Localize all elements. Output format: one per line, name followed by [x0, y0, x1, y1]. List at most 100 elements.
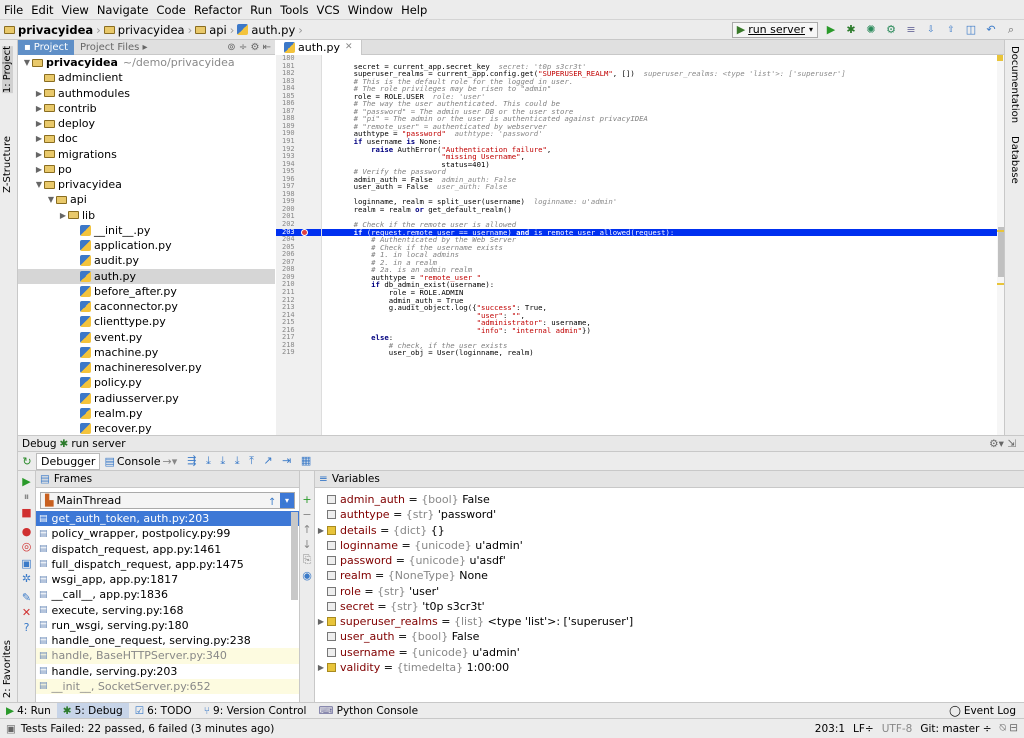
- chevron-right-icon[interactable]: ▶: [34, 150, 44, 159]
- menu-refactor[interactable]: Refactor: [194, 3, 242, 17]
- chevron-right-icon[interactable]: ▶: [34, 89, 44, 98]
- variable-row[interactable]: realm = {NoneType} None: [315, 568, 1024, 583]
- pause-icon[interactable]: ⏸: [18, 490, 35, 504]
- tree-item[interactable]: application.py: [18, 238, 275, 253]
- help-icon[interactable]: ?: [18, 621, 35, 634]
- tab-database[interactable]: Database: [1009, 136, 1020, 184]
- layout-icon[interactable]: ▣: [6, 723, 16, 735]
- breadcrumb-item[interactable]: auth.py: [251, 23, 295, 37]
- restore-layout-icon[interactable]: ▣: [18, 557, 35, 570]
- coverage-icon[interactable]: ✺: [864, 23, 878, 37]
- chevron-down-icon[interactable]: ▼: [34, 180, 44, 189]
- tree-item[interactable]: auth.py: [18, 268, 275, 284]
- variable-row[interactable]: password = {unicode} u'asdf': [315, 553, 1024, 568]
- watch-icon[interactable]: ◉: [300, 569, 314, 582]
- settings-icon[interactable]: ✲: [18, 572, 35, 585]
- tree-item[interactable]: radiusserver.py: [18, 391, 275, 406]
- git-branch[interactable]: Git: master ÷: [920, 723, 991, 735]
- tab-project[interactable]: 1: Project: [2, 46, 13, 94]
- chevron-right-icon[interactable]: ▶: [315, 526, 327, 535]
- step-controls[interactable]: ⇶ ⤓ ⤓ ⤓ ⤒ ↗ ⇥ ▦: [187, 454, 314, 468]
- tab-project-view[interactable]: ▪ Project: [18, 39, 74, 55]
- tab-auth-py[interactable]: auth.py ✕: [276, 39, 362, 55]
- tree-item[interactable]: machine.py: [18, 345, 275, 360]
- status-message[interactable]: Tests Failed: 22 passed, 6 failed (3 min…: [21, 723, 274, 735]
- debug-config-name[interactable]: run server: [71, 438, 125, 450]
- copy-icon[interactable]: ⎘: [300, 553, 314, 567]
- stack-frame[interactable]: ▤ handle_one_request, serving.py:238: [36, 633, 299, 648]
- variable-row[interactable]: loginname = {unicode} u'admin': [315, 538, 1024, 553]
- tab-structure[interactable]: Z-Structure: [2, 136, 13, 193]
- close-icon[interactable]: ✕: [18, 606, 35, 619]
- tree-item[interactable]: ▶ authmodules: [18, 86, 275, 101]
- variable-row[interactable]: ▶ superuser_realms = {list} <type 'list'>…: [315, 614, 1024, 629]
- tab-project-files[interactable]: Project Files ▸: [74, 42, 154, 53]
- chevron-right-icon[interactable]: ▶: [34, 165, 44, 174]
- tree-item[interactable]: policy.py: [18, 375, 275, 390]
- tab-console[interactable]: ▤ Console →▾: [100, 455, 181, 468]
- menu-help[interactable]: Help: [401, 3, 427, 17]
- tree-item[interactable]: ▼ privacyidea: [18, 177, 275, 192]
- up-arrow-icon[interactable]: ↑ ↓: [268, 497, 288, 508]
- tree-item[interactable]: event.py: [18, 330, 275, 345]
- variable-row[interactable]: user_auth = {bool} False: [315, 629, 1024, 644]
- vcs-update-icon[interactable]: ⇩: [924, 23, 938, 37]
- stack-frame[interactable]: ▤ get_auth_token, auth.py:203: [36, 511, 299, 527]
- rerun-icon[interactable]: ↻: [18, 455, 36, 468]
- stack-frame[interactable]: ▤ policy_wrapper, postpolicy.py:99: [36, 526, 299, 541]
- tool-button-debug[interactable]: ✱ 5: Debug: [56, 702, 129, 719]
- chevron-right-icon[interactable]: ▶: [34, 119, 44, 128]
- stop-icon[interactable]: ■: [18, 506, 35, 519]
- variable-row[interactable]: admin_auth = {bool} False: [315, 492, 1024, 507]
- stack-frame[interactable]: ▤ __init__, SocketServer.py:652: [36, 678, 299, 694]
- run-icon[interactable]: ▶: [824, 23, 838, 37]
- code-editor[interactable]: secret = current_app.secret_key secret: …: [322, 55, 997, 435]
- tree-item[interactable]: ▶ po: [18, 162, 275, 177]
- line-separator[interactable]: LF÷: [853, 723, 874, 735]
- breadcrumb-item[interactable]: privacyidea: [18, 23, 93, 37]
- tool-button-vcs[interactable]: ⑂ 9: Version Control: [198, 703, 313, 719]
- stack-frame[interactable]: ▤ handle, BaseHTTPServer.py:340: [36, 648, 299, 664]
- tool-button-run[interactable]: ▶ 4: Run: [0, 703, 57, 719]
- stack-frame[interactable]: ▤ full_dispatch_request, app.py:1475: [36, 557, 299, 572]
- hide-icon[interactable]: ⇤: [263, 42, 271, 53]
- tree-item[interactable]: audit.py: [18, 253, 275, 268]
- pin-icon[interactable]: ✎: [18, 591, 35, 604]
- menu-navigate[interactable]: Navigate: [97, 3, 149, 17]
- breadcrumb-item[interactable]: api: [209, 23, 227, 37]
- up-icon[interactable]: ↑: [300, 523, 314, 536]
- stack-frame[interactable]: ▤ __call__, app.py:1836: [36, 587, 299, 602]
- lock-icon[interactable]: ⍉ ⊟: [1000, 722, 1018, 735]
- tree-item[interactable]: ▶ migrations: [18, 147, 275, 162]
- caret-position[interactable]: 203:1: [815, 723, 845, 735]
- variable-row[interactable]: role = {str} 'user': [315, 584, 1024, 599]
- search-icon[interactable]: ⌕: [1004, 23, 1018, 37]
- vcs-history-icon[interactable]: ◫: [964, 23, 978, 37]
- code-line[interactable]: user_obj = User(loginname, realm): [322, 349, 997, 357]
- breakpoint-icon[interactable]: [301, 228, 308, 236]
- tree-item[interactable]: __init__.py: [18, 223, 275, 238]
- variable-row[interactable]: authtype = {str} 'password': [315, 507, 1024, 522]
- tree-item[interactable]: recover.py: [18, 421, 275, 435]
- tree-item[interactable]: adminclient: [18, 70, 275, 85]
- menu-vcs[interactable]: VCS: [317, 3, 340, 17]
- build-icon[interactable]: ≡: [904, 23, 918, 37]
- menu-tools[interactable]: Tools: [280, 3, 308, 17]
- tree-item[interactable]: ▼ privacyidea ~/demo/privacyidea: [18, 55, 275, 70]
- vcs-commit-icon[interactable]: ⇧: [944, 23, 958, 37]
- tab-documentation[interactable]: Documentation: [1009, 46, 1020, 123]
- stack-frame[interactable]: ▤ wsgi_app, app.py:1817: [36, 572, 299, 587]
- add-watch-icon[interactable]: +: [300, 493, 314, 506]
- menu-code[interactable]: Code: [156, 3, 185, 17]
- menu-edit[interactable]: Edit: [31, 3, 53, 17]
- chevron-right-icon[interactable]: ▶: [58, 211, 68, 220]
- code-line[interactable]: realm = realm or get_default_realm(): [322, 206, 997, 214]
- variable-row[interactable]: ▶ details = {dict} {}: [315, 523, 1024, 538]
- tool-button-todo[interactable]: ☑ 6: TODO: [129, 703, 198, 719]
- menu-view[interactable]: View: [62, 3, 89, 17]
- gear-icon[interactable]: ⚙▾ ⇲: [989, 438, 1016, 450]
- profile-icon[interactable]: ⚙: [884, 23, 898, 37]
- menu-window[interactable]: Window: [348, 3, 393, 17]
- stack-frame[interactable]: ▤ run_wsgi, serving.py:180: [36, 618, 299, 633]
- tree-item[interactable]: ▶ deploy: [18, 116, 275, 131]
